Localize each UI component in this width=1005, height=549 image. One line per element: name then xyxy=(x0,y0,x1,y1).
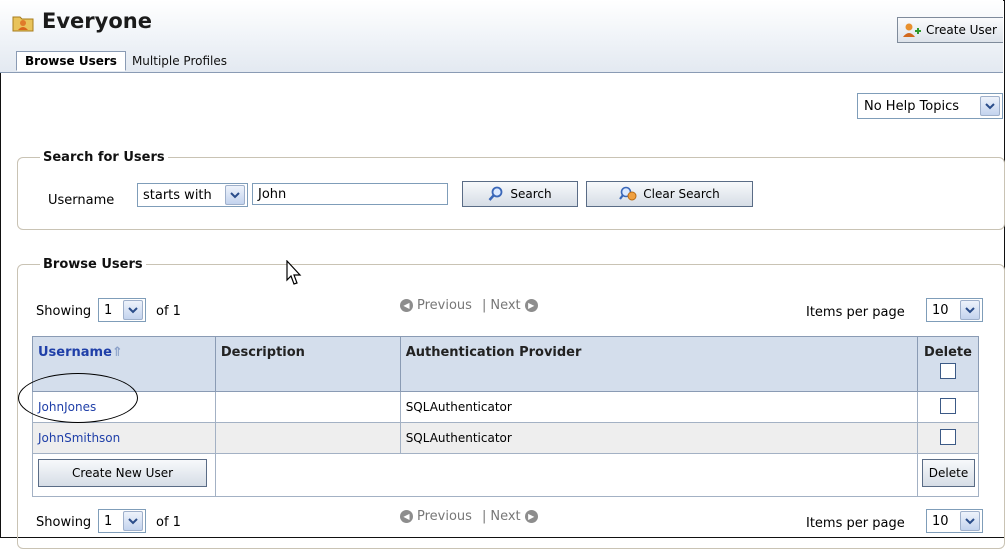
items-per-page-select[interactable]: 10 xyxy=(926,298,983,322)
add-user-icon xyxy=(902,23,921,37)
folder-users-icon xyxy=(12,16,34,32)
chevron-down-icon[interactable] xyxy=(960,511,980,531)
items-per-page-label-bottom: Items per page xyxy=(806,516,905,531)
showing-label-bottom: Showing xyxy=(36,515,92,530)
help-topics-value: No Help Topics xyxy=(864,98,960,114)
pager-separator: | xyxy=(481,298,487,313)
column-description: Description xyxy=(214,336,401,392)
browse-legend: Browse Users xyxy=(43,257,143,272)
pager-top: ◀ Previous | Next ▶ xyxy=(400,298,538,313)
tab-browse-users[interactable]: Browse Users xyxy=(16,51,126,71)
pager-separator-bottom: | xyxy=(481,509,487,524)
next-link[interactable]: Next xyxy=(490,298,520,313)
page-select-top[interactable]: 1 xyxy=(98,298,146,322)
next-link-bottom[interactable]: Next xyxy=(490,509,520,524)
search-button-label: Search xyxy=(510,187,552,201)
description-cell xyxy=(214,422,401,454)
next-arrow-icon[interactable]: ▶ xyxy=(524,299,538,312)
chevron-down-icon[interactable] xyxy=(960,300,980,320)
mouse-cursor-icon xyxy=(286,260,302,285)
search-operator-value: starts with xyxy=(143,187,212,203)
pager-bottom: ◀ Previous | Next ▶ xyxy=(400,509,538,524)
page-select-value-bottom: 1 xyxy=(104,513,113,529)
delete-button[interactable]: Delete xyxy=(922,459,975,487)
chevron-down-icon[interactable] xyxy=(980,96,1000,116)
chevron-down-icon[interactable] xyxy=(225,185,245,205)
page-title: Everyone xyxy=(42,9,152,33)
delete-header-label: Delete xyxy=(924,345,972,360)
items-per-page-select-bottom[interactable]: 10 xyxy=(926,509,983,533)
items-per-page-label: Items per page xyxy=(806,305,905,320)
clear-search-label: Clear Search xyxy=(643,187,720,201)
next-arrow-icon[interactable]: ▶ xyxy=(524,510,538,523)
search-button[interactable]: Search xyxy=(462,181,578,207)
provider-cell: SQLAuthenticator xyxy=(399,391,918,423)
chevron-down-icon[interactable] xyxy=(123,511,143,531)
create-user-label: Create User xyxy=(925,23,997,37)
row-delete-checkbox[interactable] xyxy=(939,428,956,445)
tab-bar: Browse Users Multiple Profiles xyxy=(16,50,233,71)
column-delete: Delete xyxy=(916,336,980,392)
provider-cell: SQLAuthenticator xyxy=(399,422,918,454)
search-legend: Search for Users xyxy=(43,150,165,165)
row-delete-checkbox[interactable] xyxy=(939,397,956,414)
search-input[interactable]: John xyxy=(252,183,448,205)
create-new-user-button[interactable]: Create New User xyxy=(38,459,207,487)
table-header-row: Username⇑ Description Authentication Pro… xyxy=(32,336,980,392)
table-row: JohnJones SQLAuthenticator xyxy=(32,391,980,423)
search-operator-select[interactable]: starts with xyxy=(137,183,248,207)
select-all-checkbox[interactable] xyxy=(939,363,956,379)
clear-search-icon xyxy=(619,186,637,201)
showing-label: Showing xyxy=(36,304,92,319)
username-link[interactable]: JohnSmithson xyxy=(38,431,120,445)
page-select-bottom[interactable]: 1 xyxy=(98,509,146,533)
magnifier-icon xyxy=(488,186,503,201)
clear-search-button[interactable]: Clear Search xyxy=(586,181,753,207)
annotation-ellipse xyxy=(18,373,138,423)
previous-link-bottom[interactable]: Previous xyxy=(417,509,472,524)
chevron-down-icon[interactable] xyxy=(123,300,143,320)
page-select-value: 1 xyxy=(104,302,113,318)
previous-arrow-icon[interactable]: ◀ xyxy=(400,299,413,312)
sort-ascending-icon[interactable]: ⇑ xyxy=(112,345,123,360)
column-provider: Authentication Provider xyxy=(399,336,918,392)
previous-arrow-icon[interactable]: ◀ xyxy=(400,510,413,523)
page-count-label: of 1 xyxy=(156,304,181,319)
description-cell xyxy=(214,391,401,423)
page-count-label-bottom: of 1 xyxy=(156,515,181,530)
previous-link[interactable]: Previous xyxy=(417,298,472,313)
help-topics-select[interactable]: No Help Topics xyxy=(857,93,1003,119)
table-row: JohnSmithson SQLAuthenticator xyxy=(32,422,980,454)
items-per-page-value: 10 xyxy=(932,302,949,318)
username-label: Username xyxy=(48,193,115,208)
items-per-page-value-bottom: 10 xyxy=(932,513,949,529)
page-header: Everyone Create User Browse Users Multip… xyxy=(0,0,1003,73)
username-sort-link[interactable]: Username xyxy=(38,345,112,360)
create-user-button[interactable]: Create User xyxy=(896,17,1003,43)
tab-multiple-profiles[interactable]: Multiple Profiles xyxy=(126,52,233,70)
